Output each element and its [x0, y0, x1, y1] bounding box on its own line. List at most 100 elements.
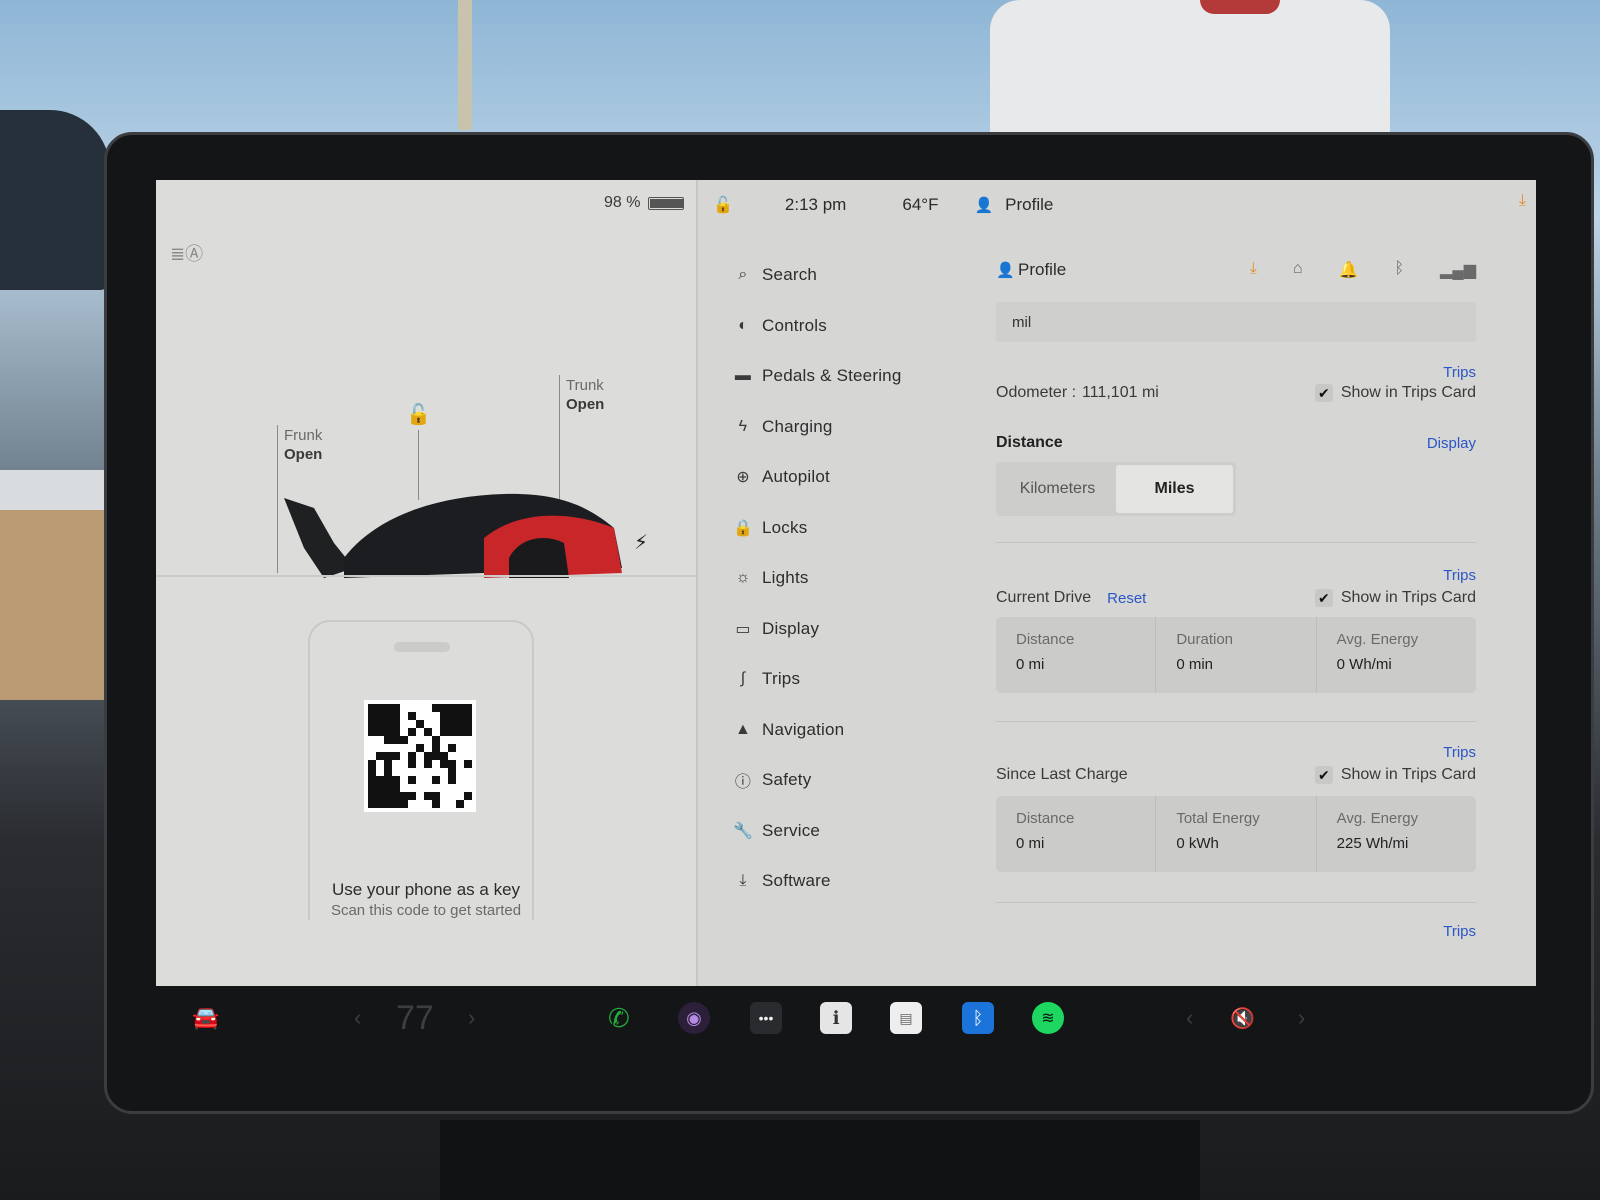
current-drive-show-in-trips[interactable]: ✔ Show in Trips Card [1314, 589, 1476, 607]
menu-item-controls[interactable]: ◐ Controls [726, 301, 976, 352]
divider [996, 902, 1476, 903]
since-charge-stats: Distance 0 mi Total Energy 0 kWh Avg. En… [996, 796, 1476, 872]
camera-app[interactable]: ◉ [678, 998, 710, 1038]
display-link[interactable]: Display [1427, 435, 1476, 452]
menu-item-label: Controls [762, 315, 827, 335]
steering-wheel-icon: ⊕ [736, 469, 750, 487]
profile-icon: 👤 [996, 262, 1015, 279]
download-icon: ⤓ [739, 872, 747, 890]
reset-link[interactable]: Reset [1107, 590, 1146, 607]
current-drive-header: Current Drive Reset ✔ Show in Trips Card [996, 589, 1476, 607]
menu-item-label: Safety [762, 770, 812, 790]
show-in-trips-label: Show in Trips Card [1340, 766, 1476, 783]
odometer-value: 111,101 mi [1082, 384, 1159, 401]
car-render [284, 493, 622, 578]
car-status-panel: ≣Ⓐ 98 % Frunk Open 🔓 Trunk Open ⚡ Use yo… [156, 180, 696, 986]
temp-up-chevron-icon[interactable]: › [468, 998, 475, 1038]
safety-icon: ⓘ [734, 774, 752, 792]
current-drive-title: Current Drive [996, 589, 1092, 606]
bluetooth-app[interactable]: ᛒ [962, 998, 994, 1038]
divider [996, 542, 1476, 543]
profile-title[interactable]: Profile [1018, 260, 1066, 280]
trunk-callout[interactable]: Trunk Open [566, 376, 604, 414]
background-van [990, 0, 1390, 150]
touchscreen: ≣Ⓐ 98 % Frunk Open 🔓 Trunk Open ⚡ Use yo… [156, 180, 1536, 986]
menu-item-safety[interactable]: ⓘ Safety [726, 755, 976, 806]
spotify-app[interactable]: ≋ [1032, 998, 1064, 1038]
software-download-icon[interactable]: ⤓ [1250, 260, 1257, 280]
menu-item-software[interactable]: ⤓ Software [726, 856, 976, 907]
background-car [0, 110, 110, 290]
menu-item-search[interactable]: ⌕ Search [726, 250, 976, 301]
bluetooth-icon[interactable]: ᛒ [1394, 260, 1404, 280]
menu-item-label: Locks [762, 517, 808, 537]
menu-item-trips[interactable]: ∫ Trips [726, 654, 976, 705]
bell-icon[interactable]: 🔔 [1339, 260, 1359, 280]
menu-item-locks[interactable]: 🔒 Locks [726, 503, 976, 554]
trips-settings-pane: 👤 Profile ⤓ ⌂ 🔔 ᛒ ▂▄▆ mil Trips Odometer… [996, 250, 1476, 941]
miles-option[interactable]: Miles [1116, 465, 1233, 513]
stat-total-energy: Total Energy 0 kWh [1156, 796, 1317, 872]
search-icon: ⌕ [738, 266, 748, 284]
trips-link-since-charge[interactable]: Trips [1443, 744, 1476, 761]
checkmark-icon: ✔ [1314, 589, 1333, 607]
profile-person-icon[interactable]: 👤 [974, 196, 993, 214]
calendar-app[interactable]: ▤ [890, 998, 922, 1038]
frunk-callout-line [277, 425, 278, 573]
frunk-state: Open [284, 446, 323, 463]
show-in-trips-label: Show in Trips Card [1340, 384, 1476, 401]
menu-item-display[interactable]: ▭ Display [726, 604, 976, 655]
auto-headlights-icon[interactable]: ≣Ⓐ [170, 240, 203, 266]
stat-distance: Distance 0 mi [996, 617, 1157, 693]
stat-value: 0 mi [1016, 835, 1045, 852]
stat-value: 225 Wh/mi [1336, 835, 1409, 852]
stat-label: Duration [1176, 631, 1234, 648]
trips-link-next[interactable]: Trips [1443, 923, 1476, 940]
lock-status-icon[interactable]: 🔓 [713, 195, 733, 215]
temp-down-chevron-icon[interactable]: ‹ [354, 998, 361, 1038]
menu-item-service[interactable]: 🔧 Service [726, 806, 976, 857]
stat-avg-energy: Avg. Energy 225 Wh/mi [1317, 796, 1476, 872]
stat-label: Distance [1016, 631, 1075, 648]
stat-label: Distance [1016, 810, 1075, 827]
phone-app[interactable]: ✆ [608, 998, 630, 1038]
odometer-show-in-trips[interactable]: ✔ Show in Trips Card [1314, 384, 1476, 402]
menu-item-charging[interactable]: ϟ Charging [726, 402, 976, 453]
info-icon: ℹ [820, 1002, 852, 1034]
menu-item-lights[interactable]: ☼ Lights [726, 553, 976, 604]
manual-app[interactable]: ℹ [820, 998, 852, 1038]
menu-item-pedals-steering[interactable]: ▬ Pedals & Steering [726, 351, 976, 402]
car-icon[interactable]: 🚘 [192, 998, 219, 1038]
cabin-temp[interactable]: 77 [396, 998, 434, 1038]
trips-link-current-drive[interactable]: Trips [1443, 567, 1476, 584]
status-bar: 🔓 2:13 pm 64°F 👤 Profile ⤓ [701, 180, 1536, 230]
menu-item-label: Pedals & Steering [762, 366, 902, 386]
settings-menu: ⌕ Search ◐ Controls ▬ Pedals & Steering ϟ Charg… [726, 250, 976, 907]
battery-percent: 98 % [604, 194, 641, 211]
background-pole [458, 0, 472, 130]
since-charge-show-in-trips[interactable]: ✔ Show in Trips Card [1314, 766, 1476, 784]
header-icons: ⤓ ⌂ 🔔 ᛒ ▂▄▆ [1250, 260, 1476, 280]
profile-button[interactable]: Profile [1005, 195, 1053, 215]
checkmark-icon: ✔ [1314, 766, 1333, 784]
camera-icon: ◉ [678, 1002, 710, 1034]
stat-value: 0 mi [1016, 656, 1045, 673]
charge-port-bolt-icon[interactable]: ⚡ [634, 530, 648, 555]
frunk-callout[interactable]: Frunk Open [284, 426, 322, 464]
since-charge-title: Since Last Charge [996, 766, 1128, 783]
garage-icon[interactable]: ⌂ [1293, 260, 1303, 280]
menu-item-navigation[interactable]: ▲ Navigation [726, 705, 976, 756]
menu-item-autopilot[interactable]: ⊕ Autopilot [726, 452, 976, 503]
volume-up-chevron-icon[interactable]: › [1298, 998, 1305, 1038]
battery-fill [650, 198, 684, 208]
trips-link-odometer[interactable]: Trips [1443, 364, 1476, 381]
kilometers-option[interactable]: Kilometers [999, 465, 1116, 513]
download-icon[interactable]: ⤓ [1519, 192, 1526, 210]
stat-label: Avg. Energy [1336, 631, 1419, 648]
more-apps[interactable]: ••• [750, 998, 782, 1038]
mute-icon[interactable]: 🔇 [1230, 998, 1255, 1038]
name-input[interactable]: mil [996, 302, 1476, 342]
volume-down-chevron-icon[interactable]: ‹ [1186, 998, 1193, 1038]
show-in-trips-label: Show in Trips Card [1340, 589, 1476, 606]
unlock-icon[interactable]: 🔓 [406, 402, 431, 427]
